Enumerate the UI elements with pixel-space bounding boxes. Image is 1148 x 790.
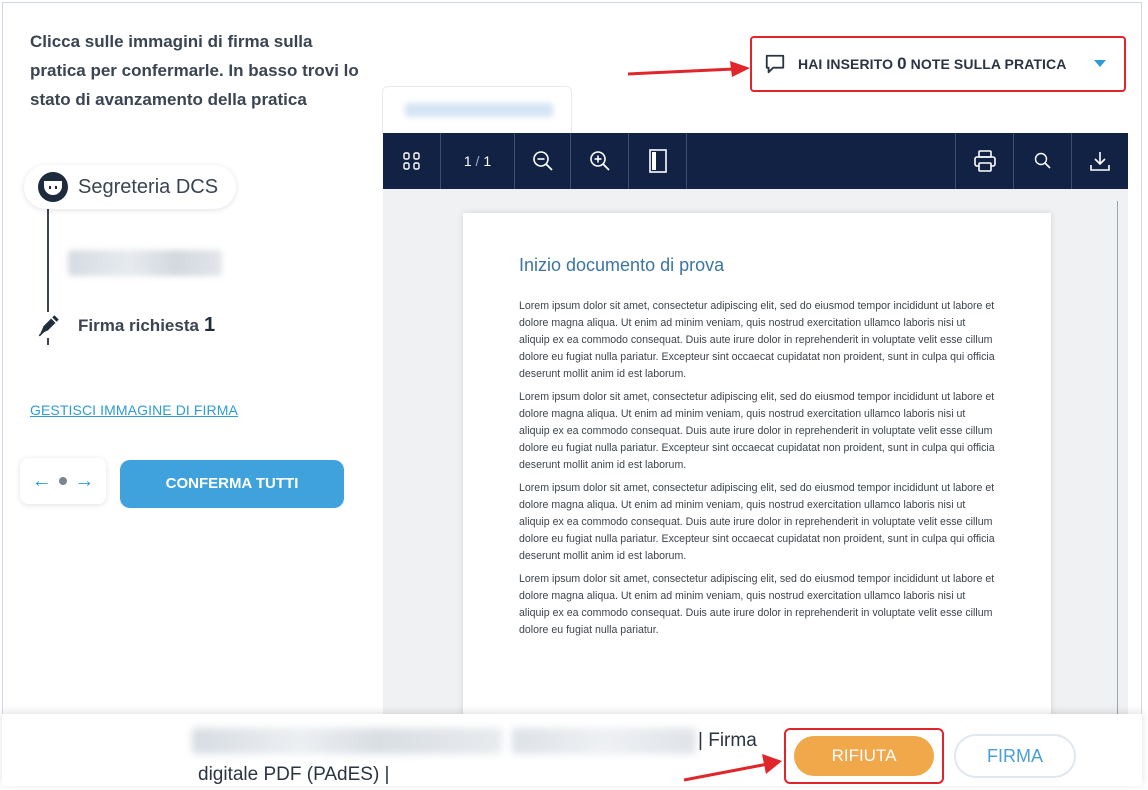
document-page[interactable]: Inizio documento di prova Lorem ipsum do… — [463, 213, 1051, 714]
signature-type-label-1: | Firma — [698, 730, 757, 751]
instructions-text: Clicca sulle immagini di firma sulla pra… — [30, 32, 359, 109]
pen-icon — [38, 315, 59, 337]
notes-suffix: NOTE SULLA PRATICA — [910, 56, 1067, 72]
download-icon — [1090, 152, 1110, 171]
zoom-out-icon — [532, 151, 553, 171]
notes-dropdown-button[interactable]: HAI INSERITO 0 NOTE SULLA PRATICA — [750, 36, 1126, 92]
vertical-scrollbar[interactable] — [1108, 189, 1128, 714]
document-title: Inizio documento di prova — [519, 255, 725, 275]
scrollbar-track — [1117, 201, 1118, 714]
confirm-all-button[interactable]: CONFERMA TUTTI — [120, 460, 344, 508]
signature-type-label-2: digitale PDF (PAdES) | — [198, 764, 390, 785]
manage-signature-image-link[interactable]: GESTISCI IMMAGINE DI FIRMA — [30, 402, 238, 418]
reject-highlight: RIFIUTA — [784, 728, 944, 784]
notes-count: 0 — [897, 54, 907, 73]
sign-button[interactable]: FIRMA — [954, 734, 1076, 778]
signature-pager: ← → — [20, 458, 106, 504]
zoom-in-icon — [589, 151, 610, 171]
zoom-in-button[interactable] — [571, 133, 629, 189]
footer-bar: | Firma digitale PDF (PAdES) | RIFIUTA F… — [2, 714, 1142, 786]
print-icon — [973, 150, 996, 172]
page-current: 1 — [463, 153, 472, 169]
print-button[interactable] — [956, 133, 1014, 189]
fit-page-icon — [648, 149, 667, 173]
reject-button[interactable]: RIFIUTA — [794, 736, 934, 776]
document-paragraph: Lorem ipsum dolor sit amet, consectetur … — [519, 573, 995, 636]
caret-down-icon — [1094, 60, 1106, 67]
document-paragraph: Lorem ipsum dolor sit amet, consectetur … — [519, 300, 995, 380]
toolbar-spacer — [687, 133, 956, 189]
pager-dot — [58, 477, 67, 485]
search-icon — [1034, 152, 1051, 169]
firma-richiesta-label: Firma richiesta — [78, 315, 199, 335]
thumbnails-button[interactable] — [383, 133, 441, 189]
timeline-node-label: Segreteria DCS — [78, 175, 219, 198]
notes-prefix: HAI INSERITO — [798, 56, 894, 72]
grid-icon — [402, 152, 420, 170]
pdf-toolbar: 1 / 1 — [383, 133, 1128, 189]
arrow-right-icon[interactable]: → — [74, 470, 94, 493]
document-viewport[interactable]: Inizio documento di prova Lorem ipsum do… — [383, 189, 1128, 714]
fit-page-button[interactable] — [629, 133, 687, 189]
page-total: 1 — [483, 153, 492, 169]
page-separator: / — [475, 153, 480, 169]
redacted-filename — [192, 728, 502, 754]
document-paragraph: Lorem ipsum dolor sit amet, consectetur … — [519, 482, 995, 562]
redacted-tab-title — [405, 103, 553, 117]
annotation-arrow-icon — [627, 61, 750, 77]
search-button[interactable] — [1014, 133, 1072, 189]
zoom-out-button[interactable] — [515, 133, 571, 189]
comment-icon — [765, 54, 785, 74]
annotation-arrow-icon — [683, 754, 782, 782]
user-face-icon — [38, 172, 68, 202]
download-button[interactable] — [1072, 133, 1128, 189]
redacted-filename-2 — [512, 728, 696, 754]
redacted-text — [68, 250, 222, 276]
document-paragraph: Lorem ipsum dolor sit amet, consectetur … — [519, 391, 995, 471]
notes-label: HAI INSERITO 0 NOTE SULLA PRATICA — [798, 54, 1066, 74]
page-indicator: 1 / 1 — [441, 133, 515, 189]
document-tab[interactable] — [382, 86, 572, 134]
timeline-firma-richiesta: Firma richiesta 1 — [36, 312, 216, 338]
timeline-node-segreteria: Segreteria DCS — [24, 165, 237, 209]
arrow-left-icon[interactable]: ← — [32, 470, 52, 493]
firma-richiesta-count: 1 — [203, 313, 216, 336]
